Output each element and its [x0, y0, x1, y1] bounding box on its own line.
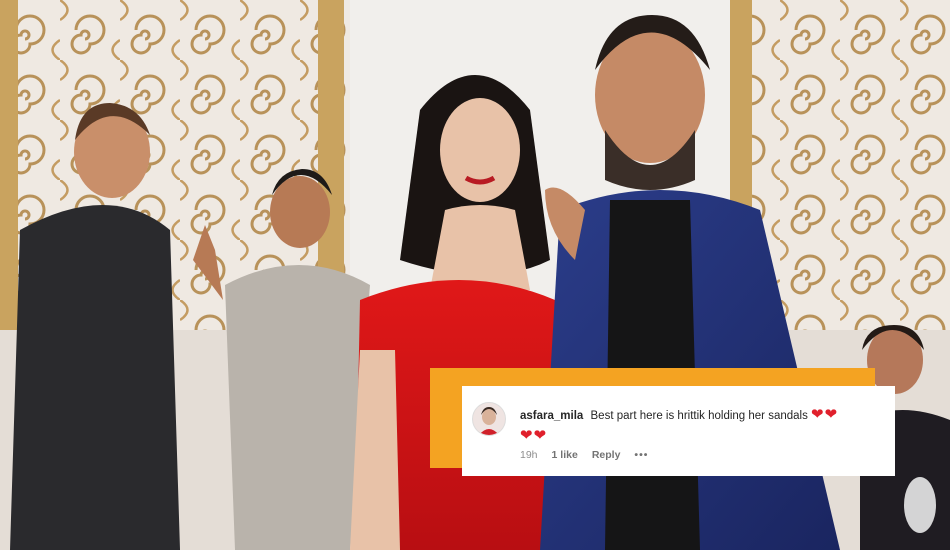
comment-text: Best part here is hrittik holding her sa…	[590, 410, 808, 422]
reply-button[interactable]: Reply	[592, 449, 621, 461]
instagram-comment: asfara_mila Best part here is hrittik ho…	[462, 386, 895, 476]
comment-meta: 19h 1 like Reply •••	[520, 449, 648, 461]
heart-icon: ❤❤	[520, 427, 548, 444]
comment-username[interactable]: asfara_mila	[520, 410, 583, 422]
comment-timestamp[interactable]: 19h	[520, 449, 538, 461]
like-count[interactable]: 1 like	[552, 449, 578, 461]
avatar-image	[473, 403, 505, 435]
more-options-icon[interactable]: •••	[634, 449, 648, 461]
comment-body: asfara_mila Best part here is hrittik ho…	[520, 405, 880, 447]
heart-icon: ❤❤	[811, 406, 839, 423]
avatar[interactable]	[472, 402, 506, 436]
